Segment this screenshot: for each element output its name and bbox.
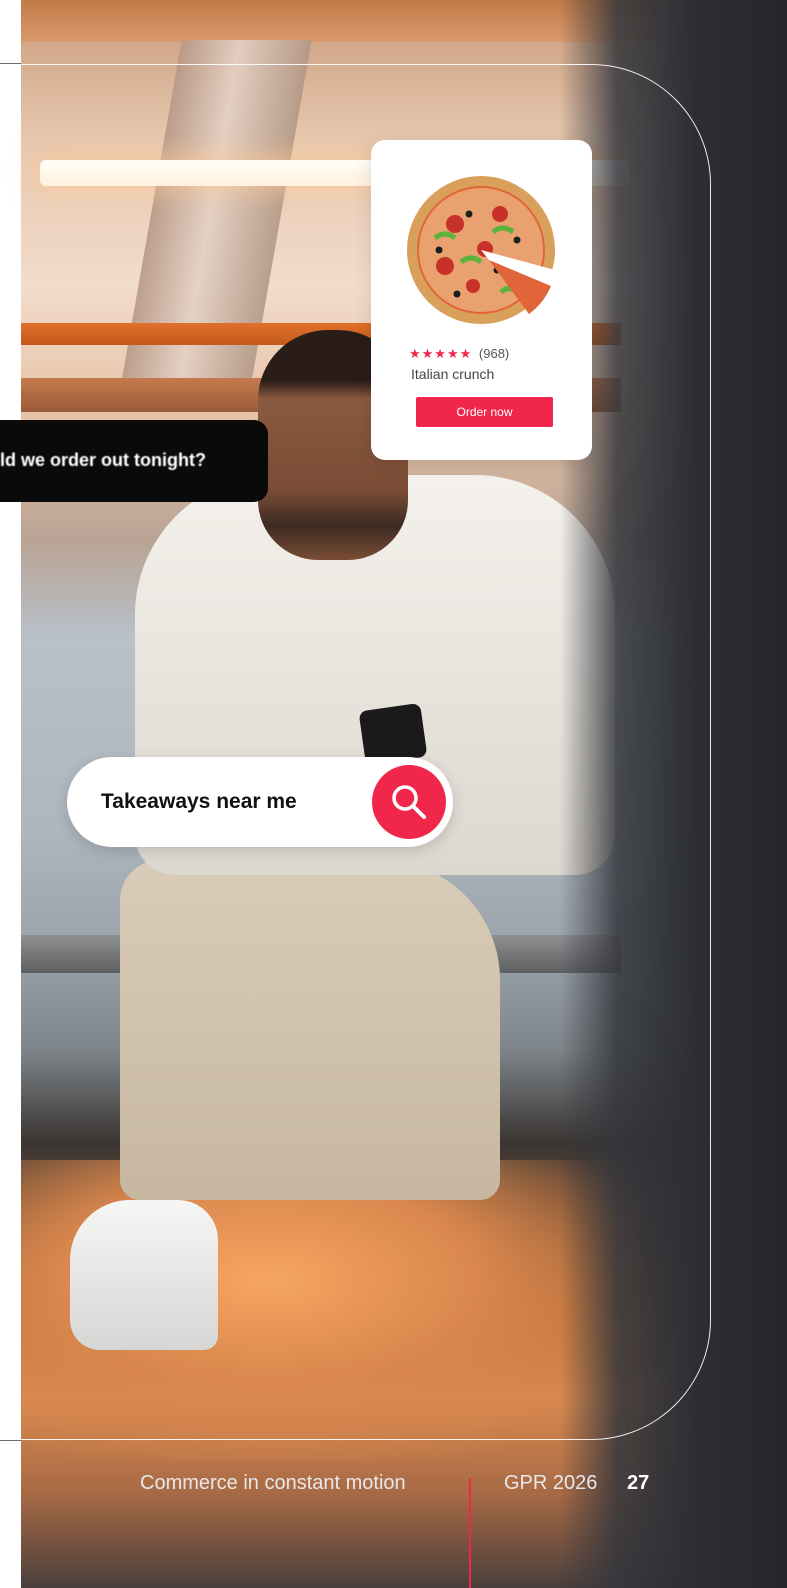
chat-bubble: ld we order out tonight? xyxy=(0,420,268,502)
search-icon xyxy=(392,785,426,819)
rounded-frame-outline xyxy=(21,64,711,1440)
order-now-button[interactable]: Order now xyxy=(416,397,553,427)
footer-section-title: Commerce in constant motion xyxy=(140,1472,406,1494)
pizza-image xyxy=(407,176,555,324)
search-button[interactable] xyxy=(372,765,446,839)
search-bar[interactable]: Takeaways near me xyxy=(67,757,453,847)
review-count: (968) xyxy=(478,346,510,361)
report-page: ld we order out tonight? ★★★★★ (968) Ita… xyxy=(0,0,787,1588)
product-card[interactable]: ★★★★★ (968) Italian crunch Order now xyxy=(371,140,592,460)
chat-message: ld we order out tonight? xyxy=(0,450,206,470)
page-number: 27 xyxy=(627,1472,650,1494)
search-query[interactable]: Takeaways near me xyxy=(101,790,297,814)
rating-row: ★★★★★ (968) xyxy=(409,346,509,362)
footer-report-name: GPR 2026 xyxy=(504,1472,598,1494)
star-rating-icon: ★★★★★ xyxy=(409,346,473,361)
product-name: Italian crunch xyxy=(411,366,495,382)
footer-divider xyxy=(469,1478,471,1588)
page-margin xyxy=(0,0,21,1588)
